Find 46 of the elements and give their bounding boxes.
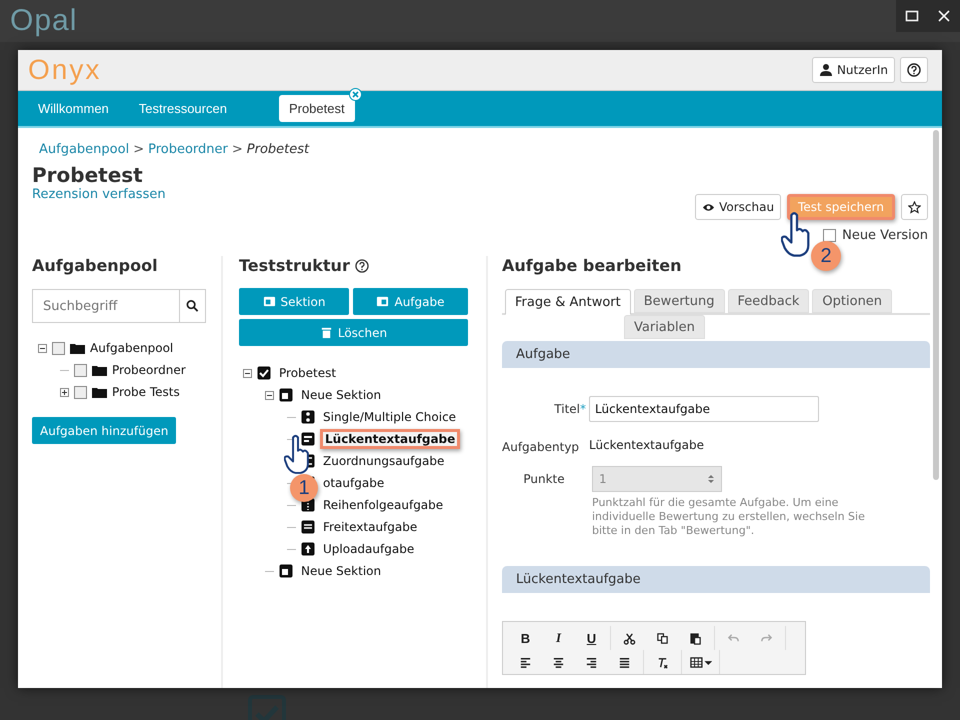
tree-item[interactable]: Probeordner [112,363,186,377]
tab[interactable]: Feedback [728,289,810,313]
tree-item[interactable]: Lückentextaufgabe [320,429,460,449]
section-header: Lückentextaufgabe [502,566,930,593]
tab[interactable]: Frage & Antwort [505,289,631,315]
breadcrumb-link[interactable]: Aufgabenpool [39,142,130,157]
tab[interactable]: Optionen [812,289,892,313]
tree-item[interactable]: Aufgabenpool [90,341,174,355]
section-heading: Aufgabenpool [32,256,159,275]
tree-item[interactable]: otaufgabe [320,475,388,491]
field-label: Titel* [553,401,586,416]
help-text: Punktzahl für die gesamte Aufgabe. Um eine individuelle Bewertung zu erstellen, wechseln Sie bitte in den Tab "Bewertung". [592,496,866,538]
field-value: Lückentextaufgabe [589,437,706,452]
tree-item[interactable]: Probe Tests [112,385,180,399]
preview-button[interactable]: Vorschau [695,194,782,220]
field-label: Aufgabentyp [502,439,580,454]
page-title: Probetest [32,163,144,187]
italic-button[interactable]: I [542,626,575,650]
breadcrumb-current: Probetest [246,142,310,157]
bold-button[interactable]: B [509,626,542,650]
logo: Onyx [28,54,102,86]
tree-item[interactable]: Single/Multiple Choice [320,409,460,425]
breadcrumb-separator: > [133,142,144,157]
breadcrumb-link[interactable]: Probeordner [148,142,228,157]
tab[interactable]: Variablen [624,315,705,339]
tree-item[interactable]: Reihenfolgeaufgabe [320,497,446,513]
user-button[interactable]: NutzerIn [812,57,895,83]
title-input[interactable]: Lückentextaufgabe [589,396,819,422]
review-link[interactable]: Rezension verfassen [32,187,166,202]
tree-item[interactable]: Zuordnungsaufgabe [320,453,448,469]
section-header: Aufgabe [502,341,930,368]
section-heading: Teststruktur [239,256,350,275]
checkbox-label: Neue Version [842,228,928,243]
underline-button[interactable]: U [575,626,608,650]
tree-item[interactable]: Uploadaufgabe [320,541,418,557]
tree-item[interactable]: Probetest [276,365,340,381]
background-logo: Opal [10,4,78,38]
tab[interactable]: Bewertung [634,289,724,313]
section-heading: Aufgabe bearbeiten [502,256,683,275]
nav-tab[interactable]: Probetest [278,95,355,122]
tree-item[interactable]: Neue Sektion [298,563,384,579]
field-label: Punkte [522,471,566,486]
search-field[interactable]: Suchbegriff [32,289,206,323]
tree-item[interactable]: Neue Sektion [298,387,384,403]
breadcrumb-separator: > [232,142,243,157]
tree-item[interactable]: Freitextaufgabe [320,519,420,535]
